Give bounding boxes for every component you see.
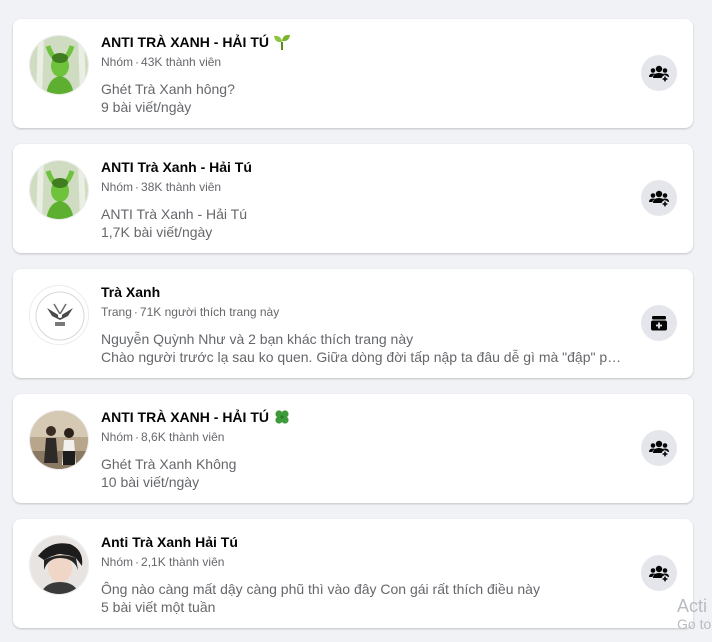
result-title[interactable]: ANTI Trà Xanh - Hải Tú [101, 158, 623, 176]
result-card[interactable]: ANTI Trà Xanh - Hải Tú Nhóm · 38K thành vi… [13, 144, 693, 253]
result-description: Ghét Trà Xanh Không [101, 456, 237, 472]
result-meta: Nhóm · 43K thành viên [101, 55, 222, 69]
result-title[interactable]: Anti Trà Xanh Hải Tú [101, 533, 623, 551]
result-type: Nhóm [101, 180, 134, 194]
watermark-line2: Go to [677, 616, 712, 632]
group-avatar[interactable] [29, 410, 89, 470]
watermark-line1: Acti [677, 596, 708, 616]
join-group-button[interactable] [641, 180, 677, 216]
group-avatar[interactable] [29, 35, 89, 95]
join-group-icon [649, 565, 669, 583]
join-group-button[interactable] [641, 430, 677, 466]
result-activity: 1,7K bài viết/ngày [101, 224, 213, 240]
join-group-icon [649, 190, 669, 208]
search-results-list: ANTI TRÀ XANH - HẢI TÚ Nhóm · 43K thành vi… [13, 19, 693, 642]
result-stat: 71K người thích trang này [139, 305, 280, 319]
four-leaf-clover-emoji [275, 410, 289, 424]
result-stat: 43K thành viên [141, 55, 222, 69]
join-group-icon [649, 65, 669, 83]
activation-watermark: Acti Go to [677, 596, 711, 632]
result-title[interactable]: Trà Xanh [101, 283, 623, 301]
result-activity: 5 bài viết một tuần [101, 599, 216, 615]
result-meta: Nhóm · 38K thành viên [101, 180, 222, 194]
result-description: ANTI Trà Xanh - Hải Tú [101, 206, 248, 222]
page-avatar[interactable] [29, 285, 89, 345]
result-meta: Trang · 71K người thích trang này [101, 305, 280, 319]
like-page-icon [651, 316, 667, 331]
result-activity: 10 bài viết/ngày [101, 474, 200, 490]
result-type: Nhóm [101, 555, 134, 569]
result-title[interactable]: ANTI TRÀ XANH - HẢI TÚ [101, 33, 623, 51]
result-stat: 2,1K thành viên [141, 555, 225, 569]
result-card[interactable]: ANTI TRÀ XANH - HẢI TÚ Nhóm · 8,6K thành v… [13, 394, 693, 503]
join-group-button[interactable] [641, 555, 677, 591]
result-meta: Nhóm · 8,6K thành viên [101, 430, 225, 444]
result-type: Nhóm [101, 55, 134, 69]
join-group-icon [649, 440, 669, 458]
result-stat: 8,6K thành viên [141, 430, 225, 444]
result-type: Nhóm [101, 430, 134, 444]
result-stat: 38K thành viên [141, 180, 222, 194]
result-description: Ghét Trà Xanh hông? [101, 81, 235, 97]
result-meta: Nhóm · 2,1K thành viên [101, 555, 225, 569]
result-description: Ông nào càng mất dậy càng phũ thì vào đâ… [101, 581, 540, 597]
group-avatar[interactable] [29, 160, 89, 220]
result-card[interactable]: Trà Xanh Trang · 71K người thích trang này… [13, 269, 693, 378]
like-page-button[interactable] [641, 305, 677, 341]
result-activity: Chào người trước lạ sau ko quen. Giữa dò… [101, 349, 623, 365]
group-avatar[interactable] [29, 535, 89, 595]
result-card[interactable]: Anti Trà Xanh Hải Tú Nhóm · 2,1K thành viê… [13, 519, 693, 628]
result-card[interactable]: ANTI TRÀ XANH - HẢI TÚ Nhóm · 43K thành vi… [13, 19, 693, 128]
result-title[interactable]: ANTI TRÀ XANH - HẢI TÚ [101, 408, 623, 426]
result-description: Nguyễn Quỳnh Như và 2 bạn khác thích tra… [101, 331, 414, 347]
seedling-emoji [274, 34, 290, 50]
join-group-button[interactable] [641, 55, 677, 91]
result-activity: 9 bài viết/ngày [101, 99, 192, 115]
result-type: Trang [101, 305, 132, 319]
